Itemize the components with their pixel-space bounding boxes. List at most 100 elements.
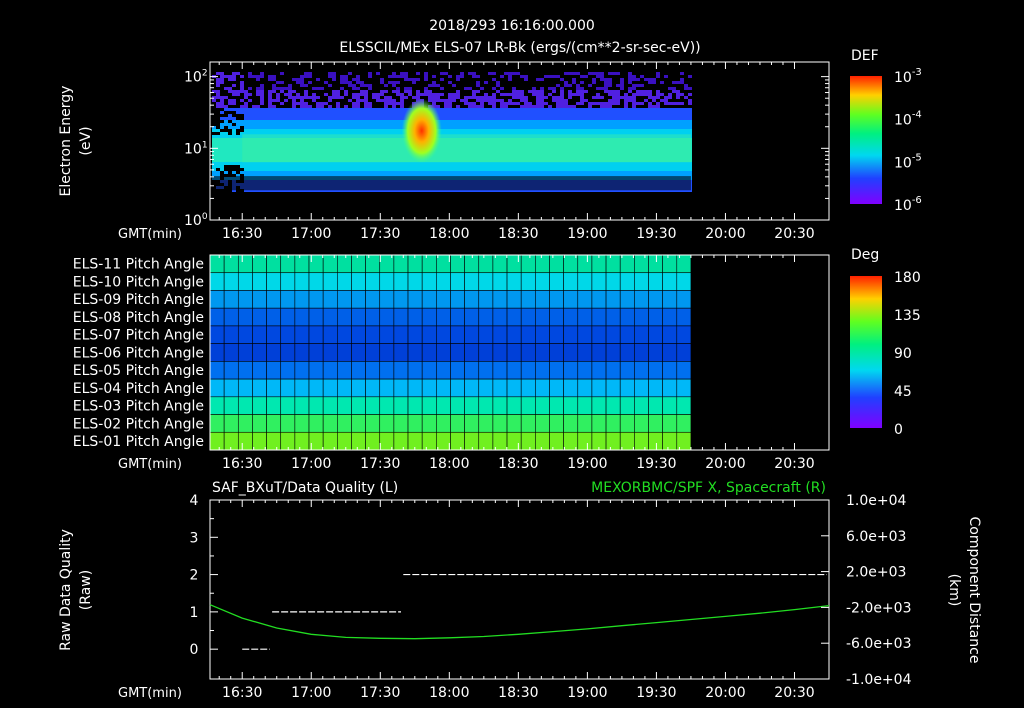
spectrogram-cell [664, 111, 668, 114]
spectrogram-cell [488, 162, 492, 165]
spectrogram-cell [532, 111, 536, 114]
spectrogram-cell [216, 96, 220, 99]
spectrogram-cell [636, 102, 640, 105]
spectrogram-cell [372, 111, 376, 114]
energy-axis-label: Electron Energy (eV) [58, 86, 94, 197]
spectrogram-cell [636, 90, 640, 93]
spectrogram-cell [316, 102, 320, 105]
spectrogram-cell [552, 129, 556, 132]
spectrogram-cell [220, 132, 224, 135]
pitch-angle-cell [351, 343, 366, 362]
spectrogram-cell [392, 72, 396, 75]
spectrogram-cell [324, 114, 328, 117]
spectrogram-cell [240, 165, 244, 168]
spectrogram-cell [408, 171, 412, 174]
spectrogram-cell [488, 165, 492, 168]
spectrogram-cell [604, 84, 608, 87]
spectrogram-cell [524, 108, 528, 111]
spectrogram-cell [572, 123, 576, 126]
spectrogram-cell [560, 162, 564, 165]
pitch-angle-cell [252, 343, 267, 362]
spectrogram-cell [352, 171, 356, 174]
spectrogram-cell [272, 87, 276, 90]
pitch-angle-cell [209, 325, 225, 344]
pitch-angle-cell [421, 325, 437, 344]
spectrogram-cell [600, 129, 604, 132]
spectrogram-cell [224, 120, 228, 123]
spectrogram-cell [388, 99, 392, 102]
spectrogram-cell [648, 93, 652, 96]
spectrogram-cell [576, 165, 580, 168]
spectrogram-cell [340, 111, 344, 114]
spectrogram-cell [416, 72, 420, 75]
spectrogram-cell [436, 165, 440, 168]
spectrogram-cell [564, 168, 568, 171]
spectrogram-cell [600, 96, 604, 99]
spectrogram-cell [532, 105, 536, 108]
spectrogram-cell [664, 120, 668, 123]
spectrogram-cell [536, 126, 540, 129]
spectrogram-cell [492, 120, 496, 123]
spectrogram-cell [664, 126, 668, 129]
spectrogram-cell [644, 93, 648, 96]
spectrogram-cell [532, 120, 536, 123]
spectrogram-cell [360, 117, 364, 120]
spectrogram-cell [464, 165, 468, 168]
spectrogram-cell [452, 126, 456, 129]
spectrogram-cell [288, 165, 292, 168]
spectrogram-cell [384, 120, 388, 123]
spectrogram-cell [392, 165, 396, 168]
pitch-angle-cell [549, 414, 564, 433]
spectrogram-cell [540, 168, 544, 171]
spectrogram-cell [524, 78, 528, 81]
spectrogram-cell [452, 84, 456, 87]
spectrogram-cell [356, 114, 360, 117]
spectrogram-cell [308, 162, 312, 165]
spectrogram-cell [476, 75, 480, 78]
spectrogram-cell [364, 117, 368, 120]
spectrogram-cell [576, 84, 580, 87]
spectrogram-cell [512, 114, 516, 117]
spectrogram-cell [656, 105, 660, 108]
spectrogram-cell [668, 129, 672, 132]
spectrogram-cell [480, 102, 484, 105]
spectrogram-cell [268, 96, 272, 99]
spectrogram-cell [468, 102, 472, 105]
spectrogram-cell [304, 84, 308, 87]
spectrogram-cell [392, 168, 396, 171]
spectrogram-cell [424, 93, 428, 96]
spectrogram-cell [244, 165, 248, 168]
spectrogram-cell [312, 168, 316, 171]
spectrogram-cell [252, 108, 256, 111]
spectrogram-cell [512, 72, 516, 75]
time-tick-label: 20:00 [705, 456, 745, 472]
spectrogram-cell [668, 123, 672, 126]
spectrogram-cell [536, 117, 540, 120]
pitch-angle-cell [676, 325, 692, 344]
spectrogram-cell [360, 126, 364, 129]
spectrogram-cell [232, 102, 236, 105]
spectrogram-cell [576, 72, 580, 75]
spectrogram-cell [584, 123, 588, 126]
spectrogram-cell [484, 81, 488, 84]
spectrogram-cell [280, 162, 284, 165]
spectrogram-cell [244, 168, 248, 171]
spectrogram-cell [516, 114, 520, 117]
time-tick-label: 16:30 [222, 685, 262, 701]
spectrogram-cell [288, 90, 292, 93]
spectrogram-cell [228, 135, 232, 138]
spectrogram-cell [304, 171, 308, 174]
pitch-angle-cell [308, 290, 324, 309]
spectrogram-cell [380, 93, 384, 96]
pitch-angle-cell [393, 414, 409, 433]
pitch-angle-cell [535, 414, 550, 433]
pitch-angle-cell [535, 378, 550, 398]
pitch-angle-cell [520, 290, 536, 309]
pitch-angle-cell [237, 325, 253, 344]
spectrogram-cell [572, 72, 576, 75]
spectrogram-cell [600, 171, 604, 174]
spectrogram-cell [496, 168, 500, 171]
spectrogram-cell [688, 75, 692, 78]
spectrogram-cell [352, 87, 356, 90]
pitch-angle-cell [351, 414, 366, 433]
